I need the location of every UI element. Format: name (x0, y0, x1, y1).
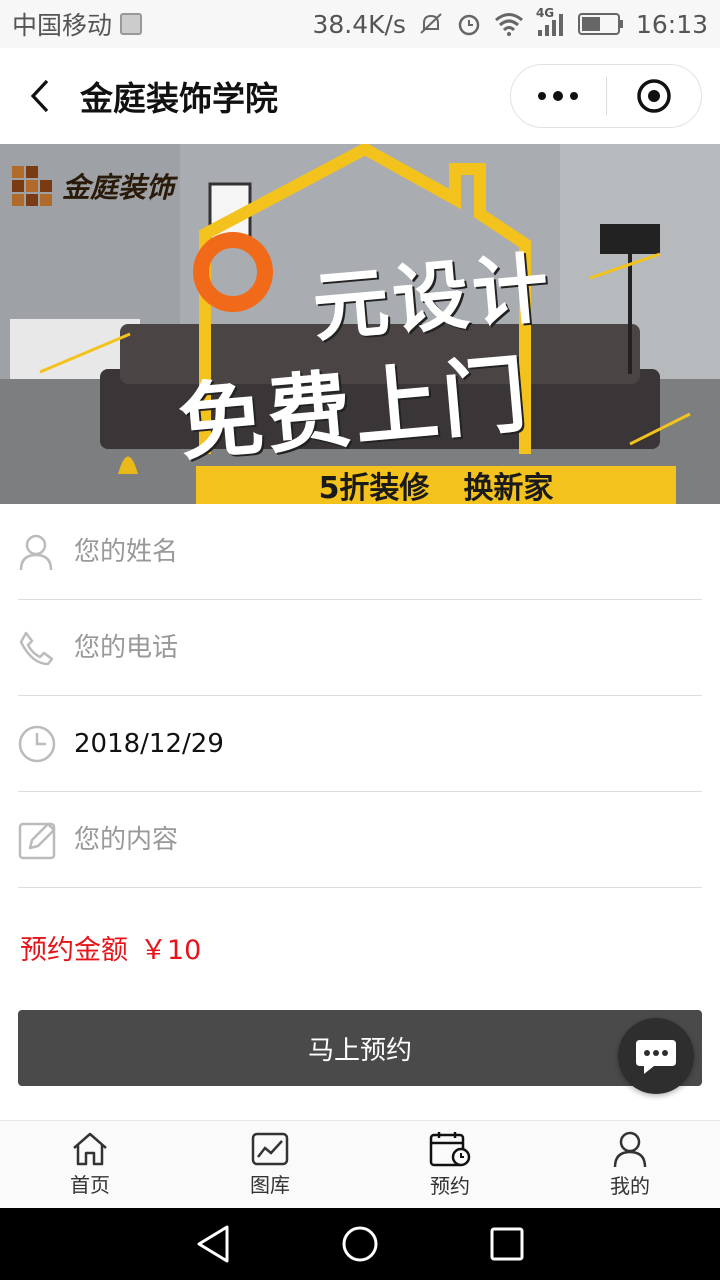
navbar: 金庭装饰学院 (0, 48, 720, 144)
carrier-name: 中国移动 (12, 11, 113, 40)
chevron-left-icon (30, 79, 49, 113)
tab-label: 我的 (610, 1174, 650, 1198)
customer-service-button[interactable] (618, 1018, 694, 1094)
back-button[interactable] (0, 48, 80, 144)
tab-bar: 首页 图库 预约 我的 (0, 1120, 720, 1208)
phone-icon-wrap (18, 630, 74, 666)
status-right: 38.4K/s 4G 16:13 (312, 6, 708, 39)
target-close-icon (637, 79, 671, 113)
user-icon-wrap (18, 533, 74, 571)
more-dot-icon (538, 92, 547, 100)
content-row (18, 792, 702, 888)
edit-icon (18, 822, 56, 859)
status-bar: 中国移动 38.4K/s 4G 16:13 (0, 0, 720, 48)
banner-sub-2: 换新家 (463, 471, 554, 504)
price-value: ￥10 (140, 935, 202, 966)
banner-subline: 5折装修 换新家 (196, 466, 676, 504)
promo-banner[interactable]: 金庭装饰 元设计 免费上门 5折装修 换新家 (0, 144, 720, 504)
recents-square-icon[interactable] (489, 1226, 525, 1262)
system-nav-bar (0, 1208, 720, 1280)
tab-booking[interactable]: 预约 (360, 1121, 540, 1208)
more-dot-icon (570, 92, 579, 100)
book-now-button[interactable]: 马上预约 (18, 1010, 702, 1086)
back-triangle-icon[interactable] (195, 1224, 231, 1264)
sim-icon (120, 13, 143, 35)
home-circle-icon[interactable] (340, 1224, 380, 1264)
user-icon (613, 1131, 647, 1168)
signal: 4G (536, 6, 566, 38)
phone-input[interactable] (74, 632, 634, 663)
edit-icon-wrap (18, 820, 74, 860)
user-icon (19, 534, 53, 570)
close-button[interactable] (607, 64, 702, 128)
tab-gallery[interactable]: 图库 (180, 1121, 360, 1208)
wifi-icon (494, 13, 523, 36)
tab-label: 首页 (70, 1173, 110, 1197)
date-input[interactable] (74, 728, 634, 759)
tab-label: 图库 (250, 1173, 290, 1197)
mini-program-capsule (510, 64, 702, 128)
gallery-icon (251, 1132, 289, 1166)
banner-sub-1: 5折装修 (318, 471, 430, 504)
phone-icon (19, 631, 54, 665)
price-line: 预约金额 ￥10 (20, 928, 201, 967)
battery-icon (577, 13, 623, 35)
more-dot-icon (553, 91, 564, 101)
phone-row (18, 600, 702, 696)
chat-bubble-icon (636, 1040, 676, 1074)
name-input[interactable] (74, 536, 634, 567)
price-label: 预约金额 (20, 935, 128, 966)
mute-icon (420, 13, 442, 34)
more-button[interactable] (511, 64, 606, 128)
name-row (18, 504, 702, 600)
carrier: 中国移动 (12, 6, 143, 42)
tab-home[interactable]: 首页 (0, 1121, 180, 1208)
alarm-icon (458, 14, 480, 36)
date-row (18, 696, 702, 792)
clock-icon (18, 725, 56, 762)
signal-icon (537, 14, 563, 36)
tab-mine[interactable]: 我的 (540, 1121, 720, 1208)
content-input[interactable] (74, 824, 634, 855)
booking-form (18, 504, 702, 888)
home-icon (73, 1132, 107, 1166)
page-title: 金庭装饰学院 (80, 79, 278, 118)
tab-label: 预约 (430, 1174, 470, 1198)
clock: 16:13 (635, 9, 708, 39)
network-speed: 38.4K/s (312, 9, 406, 39)
banner-logo-text: 金庭装饰 (62, 171, 175, 204)
clock-icon-wrap (18, 725, 74, 763)
calendar-icon (429, 1132, 471, 1167)
